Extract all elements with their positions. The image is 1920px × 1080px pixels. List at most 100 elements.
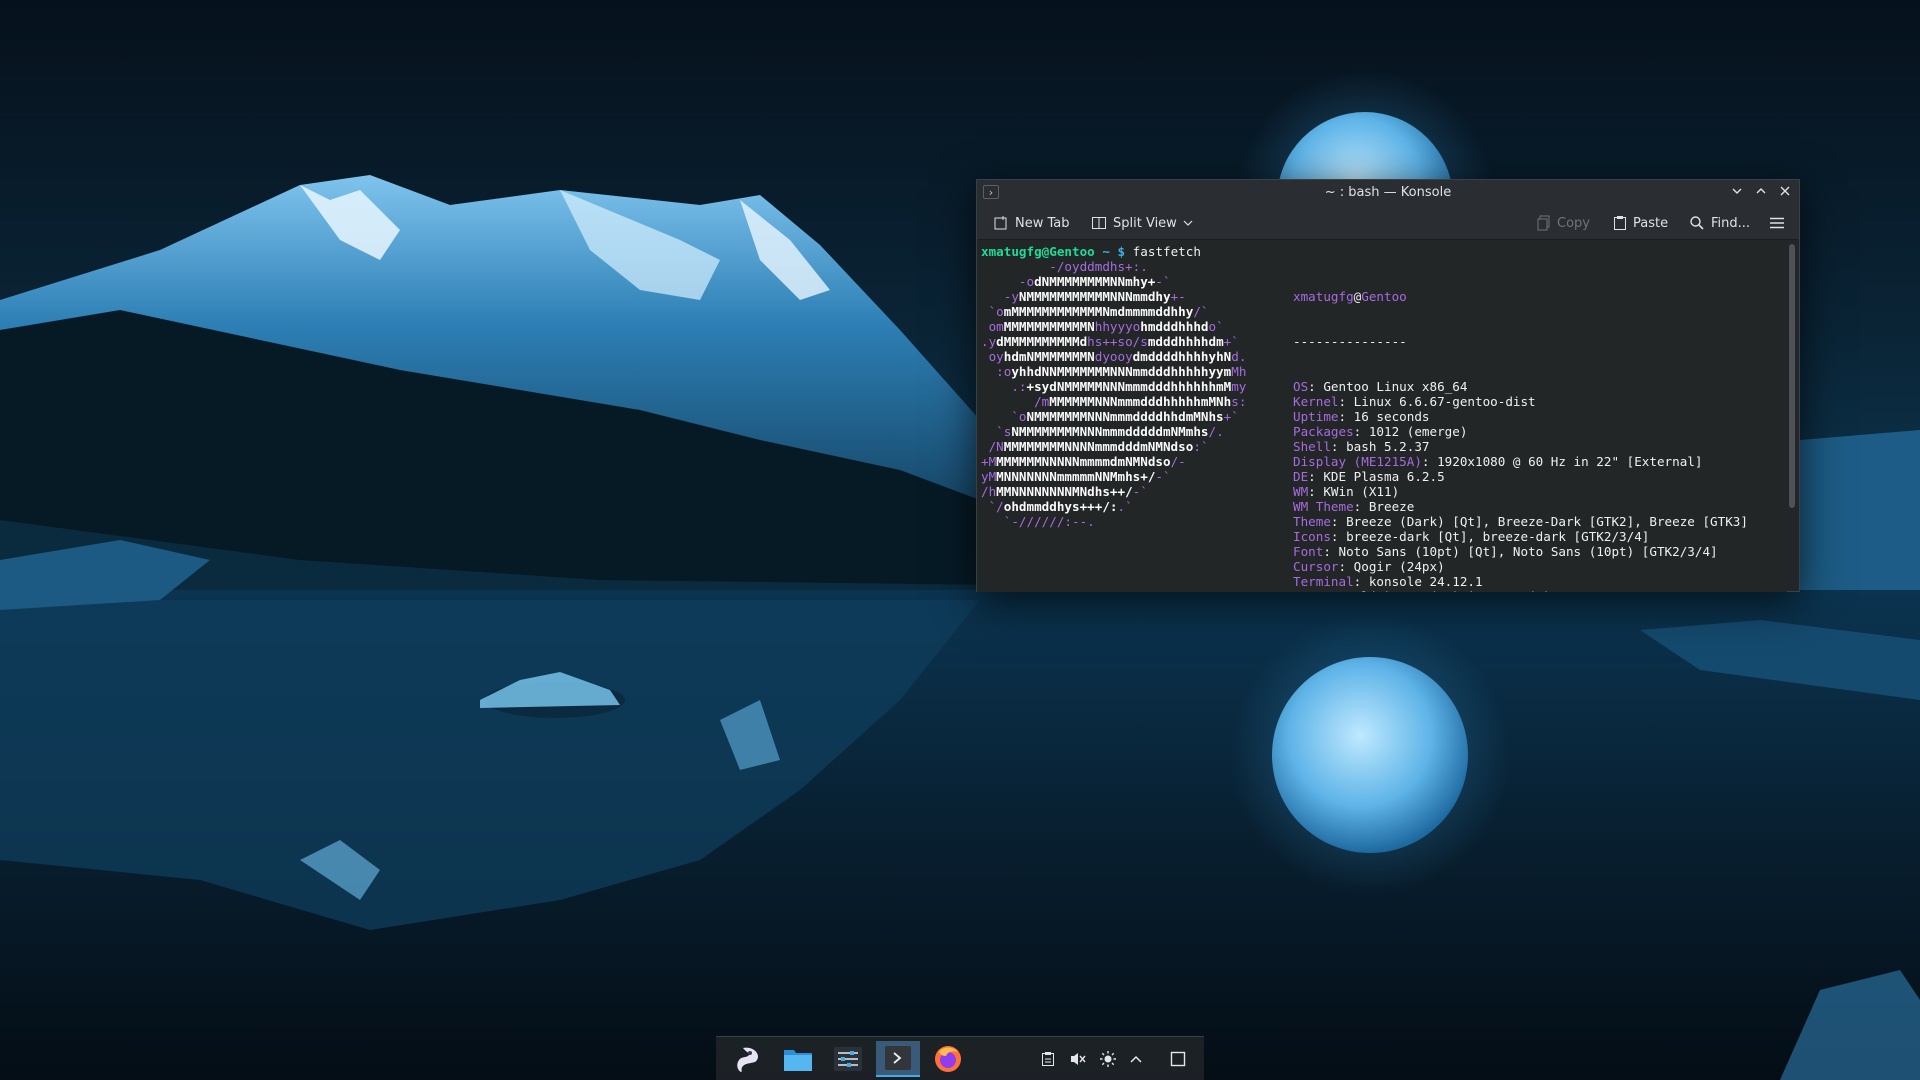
logo-segment: -` (1132, 484, 1148, 499)
close-icon (1780, 186, 1790, 196)
info-row: DE: KDE Plasma 6.2.5 (1293, 469, 1748, 484)
logo-line: oyhdmNMMMMMMMNdyooydmddddhhhhyhNd. (981, 349, 1247, 364)
logo-segment: NMMMMMMMMNNNmmmdddddmNMmhs (1011, 424, 1209, 439)
logo-segment: NMMMMMMMMMMMNNNmmdhy (1018, 289, 1171, 304)
logo-segment: yhhdNNMMMMMMMNNNmmdddhhhhhyym (1011, 364, 1232, 379)
info-key: Display (ME1215A) (1293, 454, 1422, 469)
terminal-area[interactable]: xmatugfg@Gentoo ~ $ fastfetch -/oyddmdhs… (977, 240, 1787, 592)
system-info-list: xmatugfg@Gentoo --------------- OS: Gent… (1293, 259, 1748, 592)
info-key: Terminal (1293, 574, 1354, 589)
paste-label: Paste (1633, 215, 1669, 231)
close-button[interactable] (1775, 183, 1795, 203)
info-colon: : (1338, 559, 1354, 574)
info-value: 1920x1080 @ 60 Hz in 22" [External] (1437, 454, 1703, 469)
info-header: xmatugfg@Gentoo (1293, 289, 1748, 304)
info-value: Noto Sans (10pt) [Qt], Noto Sans (10pt) … (1338, 544, 1718, 559)
maximize-button[interactable] (1751, 183, 1771, 203)
taskbar-panel (716, 1036, 1204, 1080)
info-colon: : (1316, 589, 1331, 592)
logo-segment: om (981, 319, 1004, 334)
logo-line: `omMMMMMMMMMMMMNmdmmmmddhhy/` (981, 304, 1246, 319)
logo-segment: MMNNNNNNNNMNdhs++/ (996, 484, 1133, 499)
window-titlebar[interactable]: › ~ : bash — Konsole (977, 180, 1799, 206)
logo-segment: -` (1155, 274, 1171, 289)
info-key: WM (1293, 484, 1309, 499)
hamburger-menu-button[interactable] (1769, 212, 1785, 234)
logo-line: `/ohdmmddhys+++/:.` (981, 499, 1246, 514)
file-manager-icon (784, 1050, 812, 1071)
app-launcher-button[interactable] (726, 1041, 770, 1077)
logo-segment: `o (981, 304, 1004, 319)
logo-line: `oNMMMMMMMNNNmmmddddhhdmMNhs+` (981, 409, 1246, 424)
brightness-tray-button[interactable] (1098, 1049, 1118, 1069)
logo-line: .ydMMMMMMMMMMdhs++so/smdddhhhhdm+` (981, 334, 1246, 349)
logo-segment: .y (981, 334, 997, 349)
logo-line: -odNMMMMMMMMNNmhy+-` (981, 274, 1246, 289)
info-key: Font (1293, 544, 1324, 559)
logo-line: .:+sydNMMMMMNNNmmmdddhhhhhhmMmy (981, 379, 1246, 394)
new-tab-button[interactable]: New Tab (993, 212, 1070, 234)
info-row: Kernel: Linux 6.6.67-gentoo-dist (1293, 394, 1748, 409)
info-colon: : (1323, 544, 1339, 559)
info-key: DE (1293, 469, 1309, 484)
volume-muted-icon (1071, 1053, 1086, 1065)
info-value: Breeze (1368, 499, 1415, 514)
tray-expand-button[interactable] (1126, 1049, 1146, 1069)
logo-segment: /` (1193, 304, 1209, 319)
info-row: WM: KWin (X11) (1293, 484, 1748, 499)
chevron-down-icon (1183, 220, 1193, 226)
info-value: Breeze (Dark) [Qt], Breeze-Dark [GTK2], … (1346, 514, 1748, 529)
search-icon (1690, 216, 1704, 230)
logo-segment: :o (981, 364, 1012, 379)
logo-segment: yM (981, 469, 997, 484)
info-colon: : (1330, 529, 1347, 544)
logo-segment: -y (981, 289, 1019, 304)
paste-button[interactable]: Paste (1613, 212, 1668, 234)
info-value: breeze-dark [Qt], breeze-dark [GTK2/3/4] (1346, 529, 1650, 544)
copy-button[interactable]: Copy (1537, 212, 1590, 234)
logo-segment: MNNNNNNNmmmmmNNMmhs+/ (996, 469, 1156, 484)
tray-expand-icon (1130, 1055, 1142, 1063)
system-settings-icon (834, 1047, 862, 1071)
minimize-button[interactable] (1727, 183, 1747, 203)
window-title: ~ : bash — Konsole (1324, 185, 1452, 200)
logo-line: -/oyddmdhs+:. (981, 259, 1246, 274)
logo-segment: `-//////:--. (981, 514, 1095, 529)
logo-segment: /h (981, 484, 997, 499)
info-colon: : (1353, 574, 1369, 589)
show-desktop-button[interactable] (1168, 1049, 1188, 1069)
info-colon: : (1330, 439, 1347, 454)
info-value: Gentoo Linux x86_64 (1323, 379, 1468, 394)
copy-icon (1537, 215, 1550, 231)
info-value: KDE Plasma 6.2.5 (1323, 469, 1445, 484)
konsole-icon (885, 1046, 911, 1070)
info-row: Shell: bash 5.2.37 (1293, 439, 1748, 454)
logo-segment: +sydNMMMMMNNNmmmdddhhhhhhmM (1026, 379, 1232, 394)
info-row: Terminal: konsole 24.12.1 (1293, 574, 1748, 589)
logo-line: +MMMMMMMNNNNNmmmmdmNMNdso/- (981, 454, 1246, 469)
find-button[interactable]: Find... (1689, 212, 1750, 234)
logo-segment: mdddhhhhdm (1147, 334, 1224, 349)
taskbar-firefox[interactable] (926, 1041, 970, 1077)
split-view-icon (1092, 217, 1106, 229)
konsole-window[interactable]: › ~ : bash — Konsole New Tab Split View … (976, 179, 1800, 592)
info-separator: --------------- (1293, 334, 1407, 349)
taskbar-konsole[interactable] (876, 1041, 920, 1077)
chevron-up-icon (1756, 188, 1766, 194)
taskbar-system-settings[interactable] (826, 1041, 870, 1077)
volume-tray-button[interactable] (1068, 1049, 1088, 1069)
logo-segment: +- (1170, 289, 1186, 304)
clipboard-tray-button[interactable] (1038, 1049, 1058, 1069)
logo-segment: MMMMMMMMNNNNmmmdddmNMNdso (1003, 439, 1194, 454)
logo-line: /mMMMMMMNNNmmmdddhhhhhmMNhs: (981, 394, 1246, 409)
taskbar-file-manager[interactable] (776, 1041, 820, 1077)
logo-segment: hmdddhhhd (1140, 319, 1209, 334)
info-user: xmatugfg (1293, 289, 1354, 304)
info-value: 16 seconds (1353, 409, 1430, 424)
logo-segment: s: (1231, 394, 1247, 409)
logo-segment: +` (1223, 334, 1239, 349)
info-key: Packages (1293, 424, 1354, 439)
split-view-button[interactable]: Split View (1091, 212, 1193, 234)
terminal-scrollbar[interactable] (1789, 244, 1795, 508)
logo-segment: o` (1208, 319, 1224, 334)
